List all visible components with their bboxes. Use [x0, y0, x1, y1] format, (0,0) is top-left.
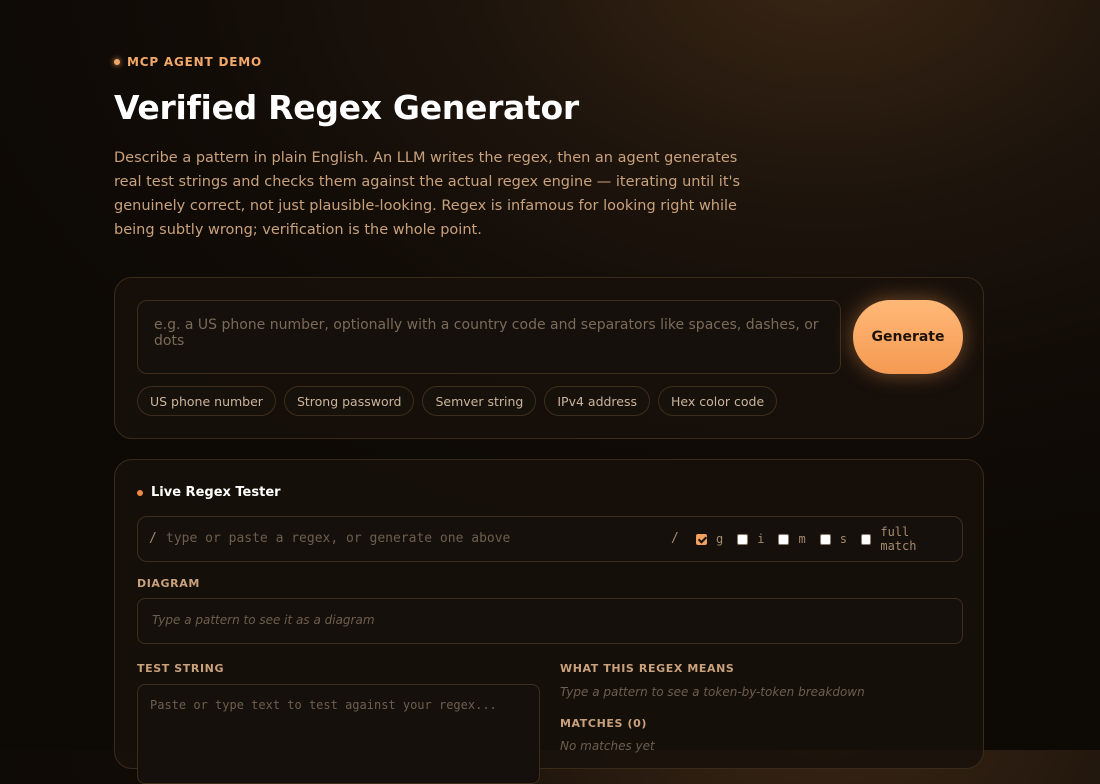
example-chip-semver[interactable]: Semver string [422, 386, 537, 416]
flag-g-checkbox[interactable] [696, 533, 707, 545]
example-chip-password[interactable]: Strong password [283, 386, 415, 416]
bullet-dot-icon [137, 489, 143, 496]
regex-tester-card: Live Regex Tester / type or paste a rege… [114, 459, 984, 784]
flag-s-label: s [839, 532, 847, 546]
tester-heading: Live Regex Tester [137, 485, 281, 500]
matches-hint: No matches yet [560, 739, 655, 753]
eyebrow: MCP AGENT DEMO [114, 55, 262, 69]
test-string-label: TEST STRING [137, 662, 225, 675]
regex-open-slash: / [149, 531, 157, 546]
flag-s-checkbox[interactable] [819, 533, 831, 545]
test-string-input[interactable]: Paste or type text to test against your … [137, 684, 540, 784]
regex-close-slash: / [671, 531, 679, 546]
diagram-panel: Type a pattern to see it as a diagram [137, 598, 963, 644]
matches-label: MATCHES (0) [560, 717, 647, 730]
flag-full-match-label: full match [880, 525, 917, 553]
regex-flags: g i m s full match [696, 517, 962, 561]
flag-m[interactable]: m [778, 532, 806, 546]
flag-s[interactable]: s [819, 532, 847, 546]
flag-i-label: i [757, 532, 765, 546]
flag-full-match-checkbox[interactable] [860, 533, 872, 545]
example-chips: US phone number Strong password Semver s… [137, 386, 778, 416]
regex-input-row: / type or paste a regex, or generate one… [137, 516, 963, 562]
flag-i-checkbox[interactable] [737, 533, 749, 545]
example-chip-ipv4[interactable]: IPv4 address [544, 386, 651, 416]
meaning-label: WHAT THIS REGEX MEANS [560, 662, 735, 675]
tester-title: Live Regex Tester [151, 485, 281, 500]
eyebrow-label: MCP AGENT DEMO [127, 55, 262, 69]
meaning-hint: Type a pattern to see a token-by-token b… [560, 685, 865, 699]
generator-card: e.g. a US phone number, optionally with … [114, 277, 984, 439]
example-chip-us-phone[interactable]: US phone number [137, 386, 276, 416]
status-dot-icon [114, 59, 120, 65]
page-description: Describe a pattern in plain English. An … [114, 150, 741, 238]
flag-i[interactable]: i [737, 532, 764, 546]
diagram-label: DIAGRAM [137, 577, 200, 590]
example-chip-hex-color[interactable]: Hex color code [658, 386, 778, 416]
flag-g[interactable]: g [696, 532, 723, 546]
regex-input[interactable]: type or paste a regex, or generate one a… [166, 531, 510, 546]
flag-full-match[interactable]: full match [860, 525, 948, 553]
flag-m-checkbox[interactable] [778, 533, 790, 545]
generate-button[interactable]: Generate [853, 300, 963, 374]
pattern-description-input[interactable]: e.g. a US phone number, optionally with … [137, 300, 841, 374]
flag-m-label: m [798, 532, 806, 546]
page-title: Verified Regex Generator [114, 88, 579, 127]
flag-g-label: g [716, 532, 724, 546]
